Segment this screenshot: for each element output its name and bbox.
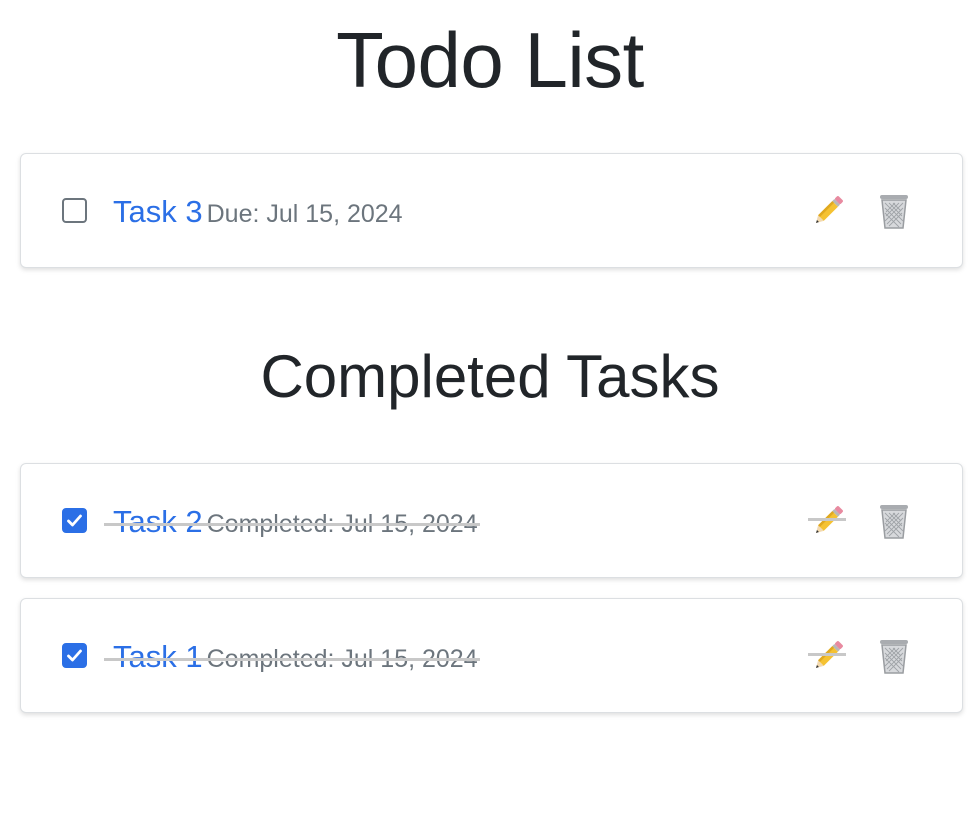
trash-icon (874, 505, 914, 544)
task-checkbox[interactable] (62, 643, 87, 668)
pencil-icon (808, 506, 848, 544)
task-checkbox[interactable] (62, 508, 87, 533)
task-text: Task 3 Due: Jul 15, 2024 (112, 192, 403, 232)
trash-icon (874, 195, 914, 234)
task-text: Task 2 Completed: Jul 15, 2024 (104, 502, 480, 542)
task-due-date: Due: Jul 15, 2024 (206, 200, 403, 228)
task-name-link[interactable]: Task 2 (112, 502, 207, 542)
pencil-icon (808, 196, 848, 234)
task-name-link[interactable]: Task 3 (112, 192, 207, 232)
page-title: Todo List (336, 16, 644, 104)
edit-button[interactable] (808, 636, 848, 676)
completed-heading: Completed Tasks (260, 343, 720, 410)
delete-button[interactable] (874, 191, 914, 231)
task-card: Task 3 Due: Jul 15, 2024 (20, 153, 963, 268)
delete-button[interactable] (874, 501, 914, 541)
task-completed-date: Completed: Jul 15, 2024 (206, 645, 478, 673)
todo-page: Todo List Task 3 Due: Jul 15, 2024 Compl… (0, 0, 978, 828)
task-text: Task 1 Completed: Jul 15, 2024 (104, 637, 480, 677)
task-completed-date: Completed: Jul 15, 2024 (206, 510, 478, 538)
edit-button[interactable] (808, 501, 848, 541)
trash-icon (874, 640, 914, 679)
delete-button[interactable] (874, 636, 914, 676)
pencil-icon (808, 641, 848, 679)
edit-button[interactable] (808, 191, 848, 231)
task-card: Task 2 Completed: Jul 15, 2024 (20, 463, 963, 578)
task-card: Task 1 Completed: Jul 15, 2024 (20, 598, 963, 713)
task-checkbox[interactable] (62, 198, 87, 223)
task-name-link[interactable]: Task 1 (112, 637, 207, 677)
